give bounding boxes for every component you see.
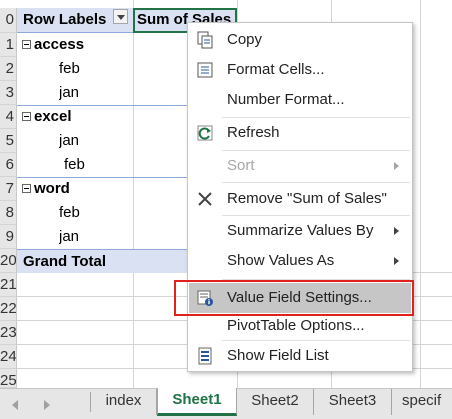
menu-item-label: Sort: [227, 157, 255, 174]
row-header[interactable]: 24: [0, 345, 17, 369]
pivot-row-item[interactable]: jan: [59, 225, 179, 249]
row-header[interactable]: 1: [0, 33, 17, 57]
row-header[interactable]: 6: [0, 153, 17, 177]
menu-item-show-values-as[interactable]: Show Values As: [189, 246, 411, 276]
row-header[interactable]: 22: [0, 297, 17, 321]
row-header[interactable]: 8: [0, 201, 17, 225]
menu-item-label: Value Field Settings...: [227, 289, 372, 306]
menu-item-show-field-list[interactable]: Show Field List: [189, 341, 411, 371]
menu-item-sort[interactable]: Sort: [189, 151, 411, 181]
row-header[interactable]: 4: [0, 105, 17, 129]
row-header[interactable]: 2: [0, 57, 17, 81]
menu-item-remove-field[interactable]: Remove "Sum of Sales": [189, 184, 411, 214]
menu-item-label: Show Field List: [227, 347, 329, 364]
menu-item-label: Summarize Values By: [227, 222, 374, 239]
menu-item-copy[interactable]: Copy: [189, 25, 411, 55]
collapse-minus-icon[interactable]: [22, 40, 31, 50]
row-label: word: [34, 180, 70, 197]
sheet-tab-bar: index Sheet1 Sheet2 Sheet3 specif: [0, 388, 452, 419]
row-header[interactable]: 21: [0, 273, 17, 297]
pivot-row-item[interactable]: feb: [64, 153, 179, 177]
row-header[interactable]: 5: [0, 129, 17, 153]
tab-specif[interactable]: specif: [392, 389, 452, 415]
remove-x-icon: [198, 192, 212, 206]
pivot-row-item[interactable]: jan: [59, 129, 179, 153]
gridline: [420, 0, 421, 388]
format-cells-icon: [197, 62, 213, 78]
menu-item-label: Refresh: [227, 124, 280, 141]
menu-item-summarize-values-by[interactable]: Summarize Values By: [189, 216, 411, 246]
field-list-icon: [198, 347, 212, 365]
scroll-tabs-left-icon[interactable]: [12, 400, 18, 410]
collapse-minus-icon[interactable]: [22, 112, 31, 122]
copy-icon: [197, 31, 213, 49]
menu-item-label: Copy: [227, 31, 263, 48]
menu-item-value-field-settings[interactable]: Value Field Settings...: [189, 283, 411, 313]
row-header[interactable]: 23: [0, 321, 17, 345]
row-labels-filter-dropdown[interactable]: [113, 9, 128, 24]
tab-index[interactable]: index: [91, 389, 157, 415]
row-label: access: [34, 36, 85, 53]
menu-item-label: PivotTable Options...: [227, 317, 365, 334]
menu-item-label: Show Values As: [227, 252, 335, 269]
menu-separator: [222, 279, 410, 280]
scroll-tabs-right-icon[interactable]: [44, 400, 50, 410]
menu-item-number-format[interactable]: Number Format...: [189, 85, 411, 115]
pivot-context-menu: Copy Format Cells... Number Format... Re…: [187, 22, 413, 372]
pivot-row-item[interactable]: feb: [59, 201, 179, 225]
pivot-row-group[interactable]: access: [17, 33, 187, 57]
menu-item-format-cells[interactable]: Format Cells...: [189, 55, 411, 85]
submenu-arrow-icon: [394, 257, 399, 265]
row-labels-header[interactable]: Row Labels: [23, 11, 106, 28]
row-header[interactable]: 7: [0, 177, 17, 201]
row-header[interactable]: 20: [0, 249, 17, 273]
grand-total-label[interactable]: Grand Total: [17, 249, 187, 273]
row-header[interactable]: 0: [0, 8, 17, 33]
menu-separator: [222, 182, 410, 183]
submenu-arrow-icon: [394, 227, 399, 235]
row-header[interactable]: 25: [0, 369, 17, 388]
tab-sheet3[interactable]: Sheet3: [314, 389, 392, 415]
pivot-row-group[interactable]: excel: [17, 105, 187, 129]
tab-sheet2[interactable]: Sheet2: [237, 389, 314, 415]
pivot-row-item[interactable]: jan: [59, 81, 179, 105]
menu-item-refresh[interactable]: Refresh: [189, 118, 411, 148]
row-label: excel: [34, 108, 72, 125]
value-field-settings-icon: [197, 290, 213, 306]
menu-item-pivottable-options[interactable]: PivotTable Options...: [189, 311, 411, 341]
row-header[interactable]: 3: [0, 81, 17, 105]
pivot-row-group[interactable]: word: [17, 177, 187, 201]
pivot-row-item[interactable]: feb: [59, 57, 179, 81]
row-header[interactable]: 9: [0, 225, 17, 249]
menu-item-label: Number Format...: [227, 91, 345, 108]
menu-item-label: Remove "Sum of Sales": [227, 190, 387, 207]
refresh-icon: [197, 125, 213, 141]
menu-item-label: Format Cells...: [227, 61, 325, 78]
collapse-minus-icon[interactable]: [22, 184, 31, 194]
submenu-arrow-icon: [394, 162, 399, 170]
tab-sheet1[interactable]: Sheet1: [157, 388, 237, 416]
